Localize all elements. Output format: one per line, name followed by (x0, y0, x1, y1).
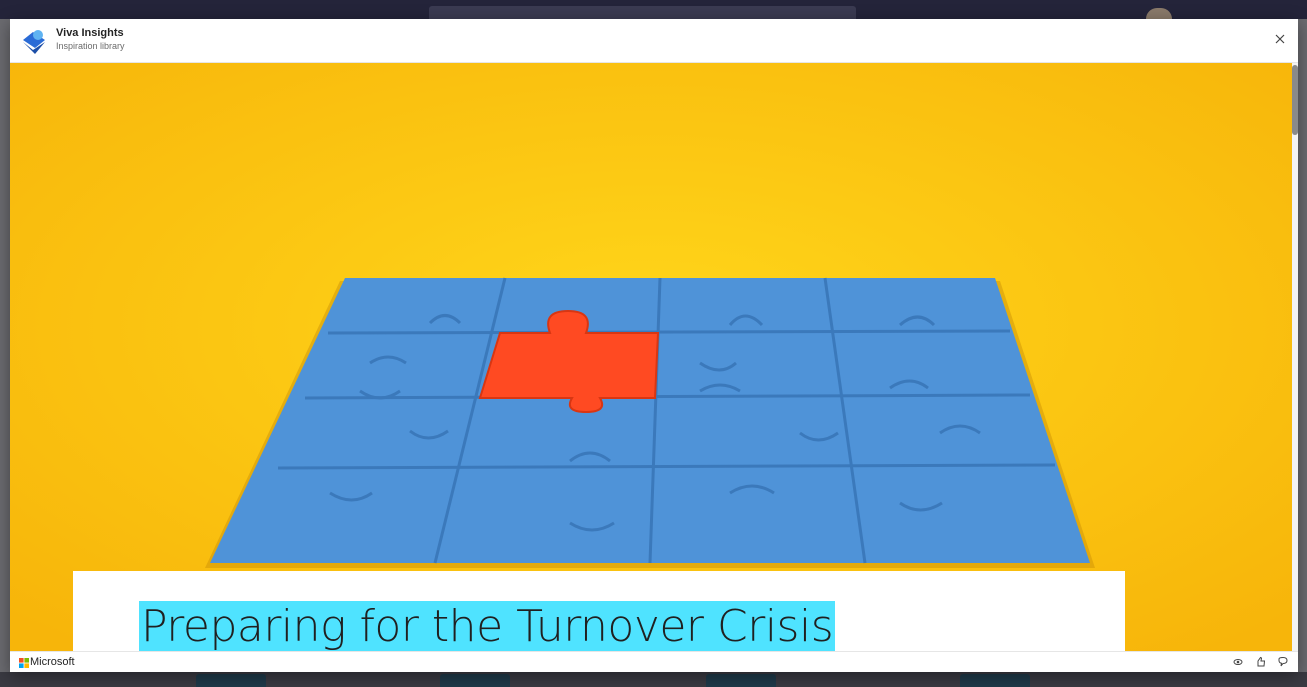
article-content[interactable]: Preparing for the Turnover Crisis (10, 63, 1292, 651)
background-thumbnail (440, 674, 510, 687)
microsoft-brand-text: Microsoft (30, 656, 75, 668)
teams-search-box[interactable] (429, 6, 856, 19)
background-thumbnail (706, 674, 776, 687)
article-title-card: Preparing for the Turnover Crisis (73, 571, 1125, 651)
close-icon[interactable] (1270, 29, 1290, 49)
dialog-header: Viva Insights Inspiration library (10, 19, 1298, 63)
scrollbar-thumb[interactable] (1292, 65, 1298, 135)
view-icon[interactable] (1231, 655, 1245, 669)
app-subtitle: Inspiration library (56, 41, 125, 51)
viva-insights-dialog: Viva Insights Inspiration library Prepar… (10, 19, 1298, 672)
article-title: Preparing for the Turnover Crisis (139, 601, 836, 651)
background-thumbnail (196, 674, 266, 687)
app-title: Viva Insights (56, 27, 124, 39)
feedback-icon[interactable] (1276, 655, 1290, 669)
microsoft-logo-icon (19, 658, 29, 668)
user-avatar[interactable] (1146, 8, 1172, 19)
hero-image-puzzle (10, 63, 1292, 651)
like-icon[interactable] (1254, 655, 1268, 669)
dialog-footer: Microsoft (10, 651, 1298, 672)
viva-insights-logo-icon (23, 30, 45, 54)
background-thumbnail (960, 674, 1030, 687)
content-scrollbar[interactable] (1292, 63, 1298, 651)
